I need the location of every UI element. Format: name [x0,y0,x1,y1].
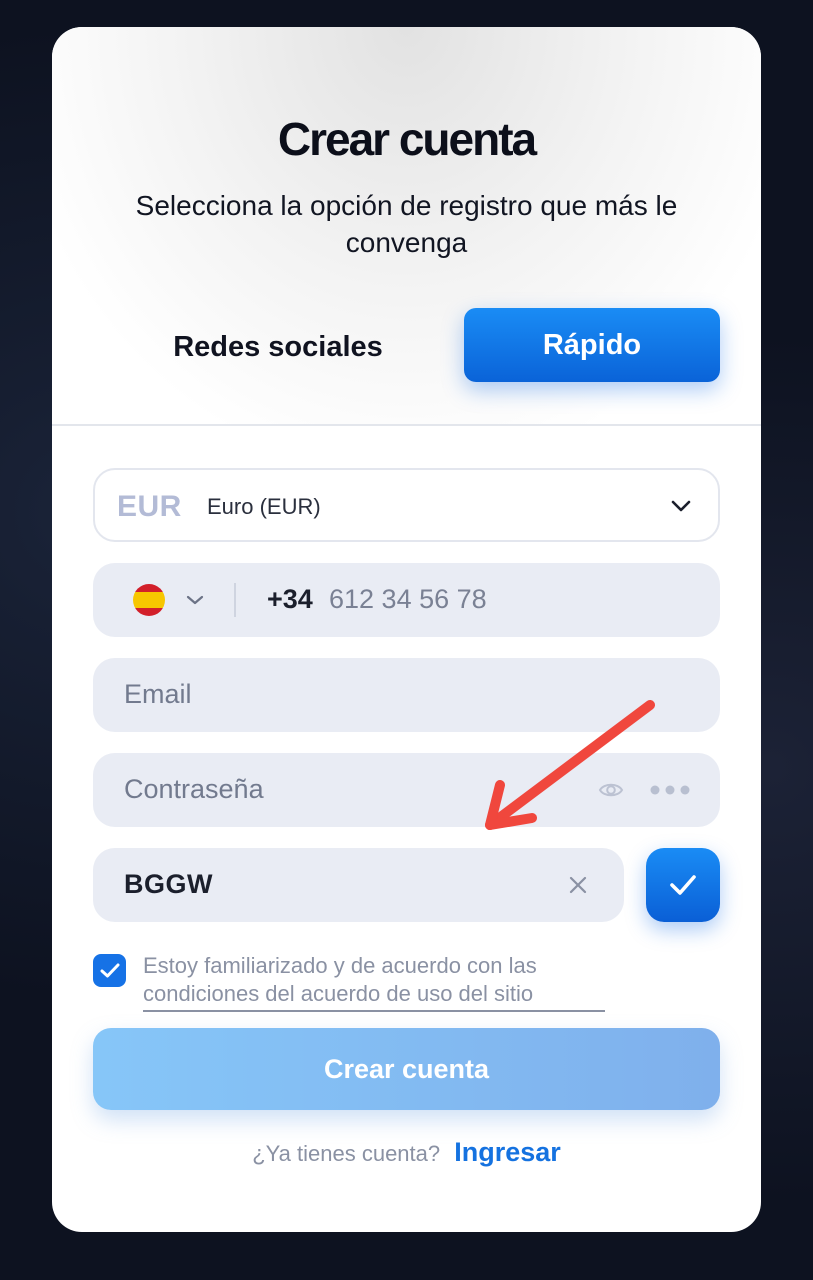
currency-select[interactable]: EUR Euro (EUR) [93,468,720,542]
checkmark-icon [670,875,696,895]
terms-text: Estoy familiarizado y de acuerdo con las [143,953,537,978]
annotation-arrow-icon [485,700,655,830]
password-placeholder: Contraseña [124,774,264,804]
spain-flag-icon[interactable] [133,584,165,616]
create-account-modal: Crear cuenta Selecciona la opción de reg… [52,27,761,1232]
currency-name: Euro (EUR) [207,494,321,519]
tab-social-networks[interactable]: Redes sociales [156,310,400,384]
email-placeholder: Email [124,679,192,709]
promo-code-value: BGGW [124,869,213,899]
login-question: ¿Ya tienes cuenta? [252,1141,441,1166]
terms-checkbox[interactable] [93,954,126,987]
phone-input[interactable]: 612 34 56 78 [329,584,487,615]
login-row: ¿Ya tienes cuenta? Ingresar [52,1137,761,1168]
phone-prefix: +34 [267,584,313,614]
modal-title: Crear cuenta [277,113,537,165]
promo-code-field[interactable]: BGGW [93,848,624,922]
currency-code: EUR [117,490,182,523]
phone-field[interactable]: +34 612 34 56 78 [93,563,720,637]
terms-link[interactable]: condiciones del acuerdo de uso del sitio [143,980,605,1012]
modal-subtitle: Selecciona la opción de registro que más… [135,190,678,258]
close-icon[interactable] [568,875,588,895]
promo-apply-button[interactable] [646,848,720,922]
checkmark-icon [100,963,120,978]
chevron-down-icon [671,500,691,512]
modal-header: Crear cuenta Selecciona la opción de reg… [52,27,761,425]
phone-separator [234,583,236,617]
divider [52,424,761,426]
chevron-down-icon[interactable] [185,591,205,609]
tab-fast[interactable]: Rápido [464,308,720,382]
create-account-button[interactable]: Crear cuenta [93,1028,720,1110]
login-link[interactable]: Ingresar [454,1137,561,1167]
